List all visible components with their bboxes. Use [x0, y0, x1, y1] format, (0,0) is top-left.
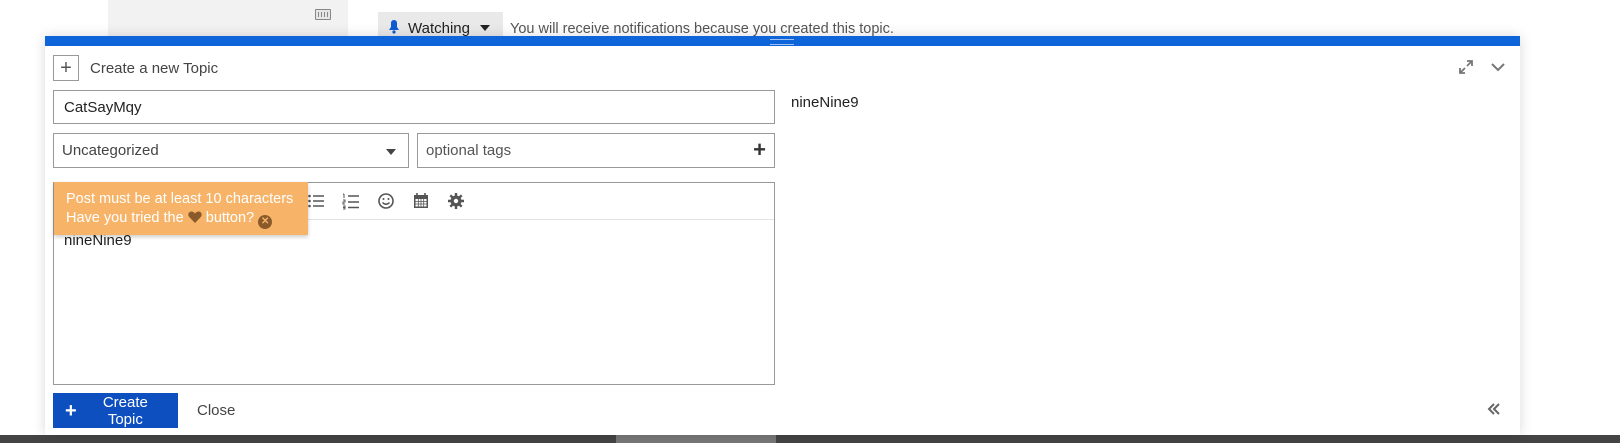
plus-icon: +	[53, 55, 79, 81]
calendar-icon[interactable]	[412, 192, 432, 210]
heart-icon	[188, 210, 206, 226]
grip-icon[interactable]	[770, 39, 794, 45]
notification-text: You will receive notifications because y…	[510, 21, 894, 37]
tags-placeholder: optional tags	[426, 142, 512, 159]
watching-label: Watching	[408, 19, 470, 37]
create-topic-label: Create Topic	[102, 393, 148, 428]
popup-message-line1: Post must be at least 10 characters	[66, 191, 294, 207]
plus-icon: +	[65, 399, 77, 422]
double-chevron-left-icon[interactable]	[1487, 400, 1501, 420]
keyboard-icon[interactable]	[315, 9, 331, 20]
topic-title-input[interactable]	[53, 90, 775, 124]
popup-line2-after: button?	[205, 210, 255, 226]
popup-line2-before: Have you tried the	[66, 210, 184, 226]
preview-content: nineNine9	[791, 94, 859, 111]
category-dropdown[interactable]: Uncategorized	[53, 133, 409, 168]
bottom-bar-highlight	[616, 435, 776, 443]
validation-popup: Post must be at least 10 characters Have…	[54, 182, 308, 235]
expand-icon[interactable]	[1457, 58, 1475, 76]
gear-icon[interactable]	[447, 192, 467, 210]
numbered-list-icon[interactable]	[342, 192, 362, 210]
caret-down-icon	[386, 149, 396, 155]
category-value: Uncategorized	[62, 142, 159, 159]
create-topic-button[interactable]: + Create Topic	[53, 393, 178, 428]
bottom-bar	[0, 435, 1620, 443]
composer-resize-bar[interactable]	[45, 36, 1520, 46]
chevron-down-icon[interactable]	[1489, 58, 1507, 76]
close-icon[interactable]: ✕	[258, 215, 273, 229]
composer-action-title: Create a new Topic	[90, 60, 219, 77]
plus-icon[interactable]: +	[753, 139, 766, 161]
close-button[interactable]: Close	[197, 402, 235, 419]
tags-input[interactable]: optional tags +	[417, 133, 775, 168]
caret-down-icon	[479, 25, 490, 31]
composer-panel: + Create a new Topic Uncategorized optio…	[45, 36, 1520, 435]
popup-message-line2: Have you tried the button? ✕	[66, 209, 296, 229]
sidebar-background	[108, 0, 348, 38]
bell-icon	[388, 19, 400, 37]
emoji-icon[interactable]	[377, 192, 397, 210]
bullet-list-icon[interactable]	[307, 192, 327, 210]
